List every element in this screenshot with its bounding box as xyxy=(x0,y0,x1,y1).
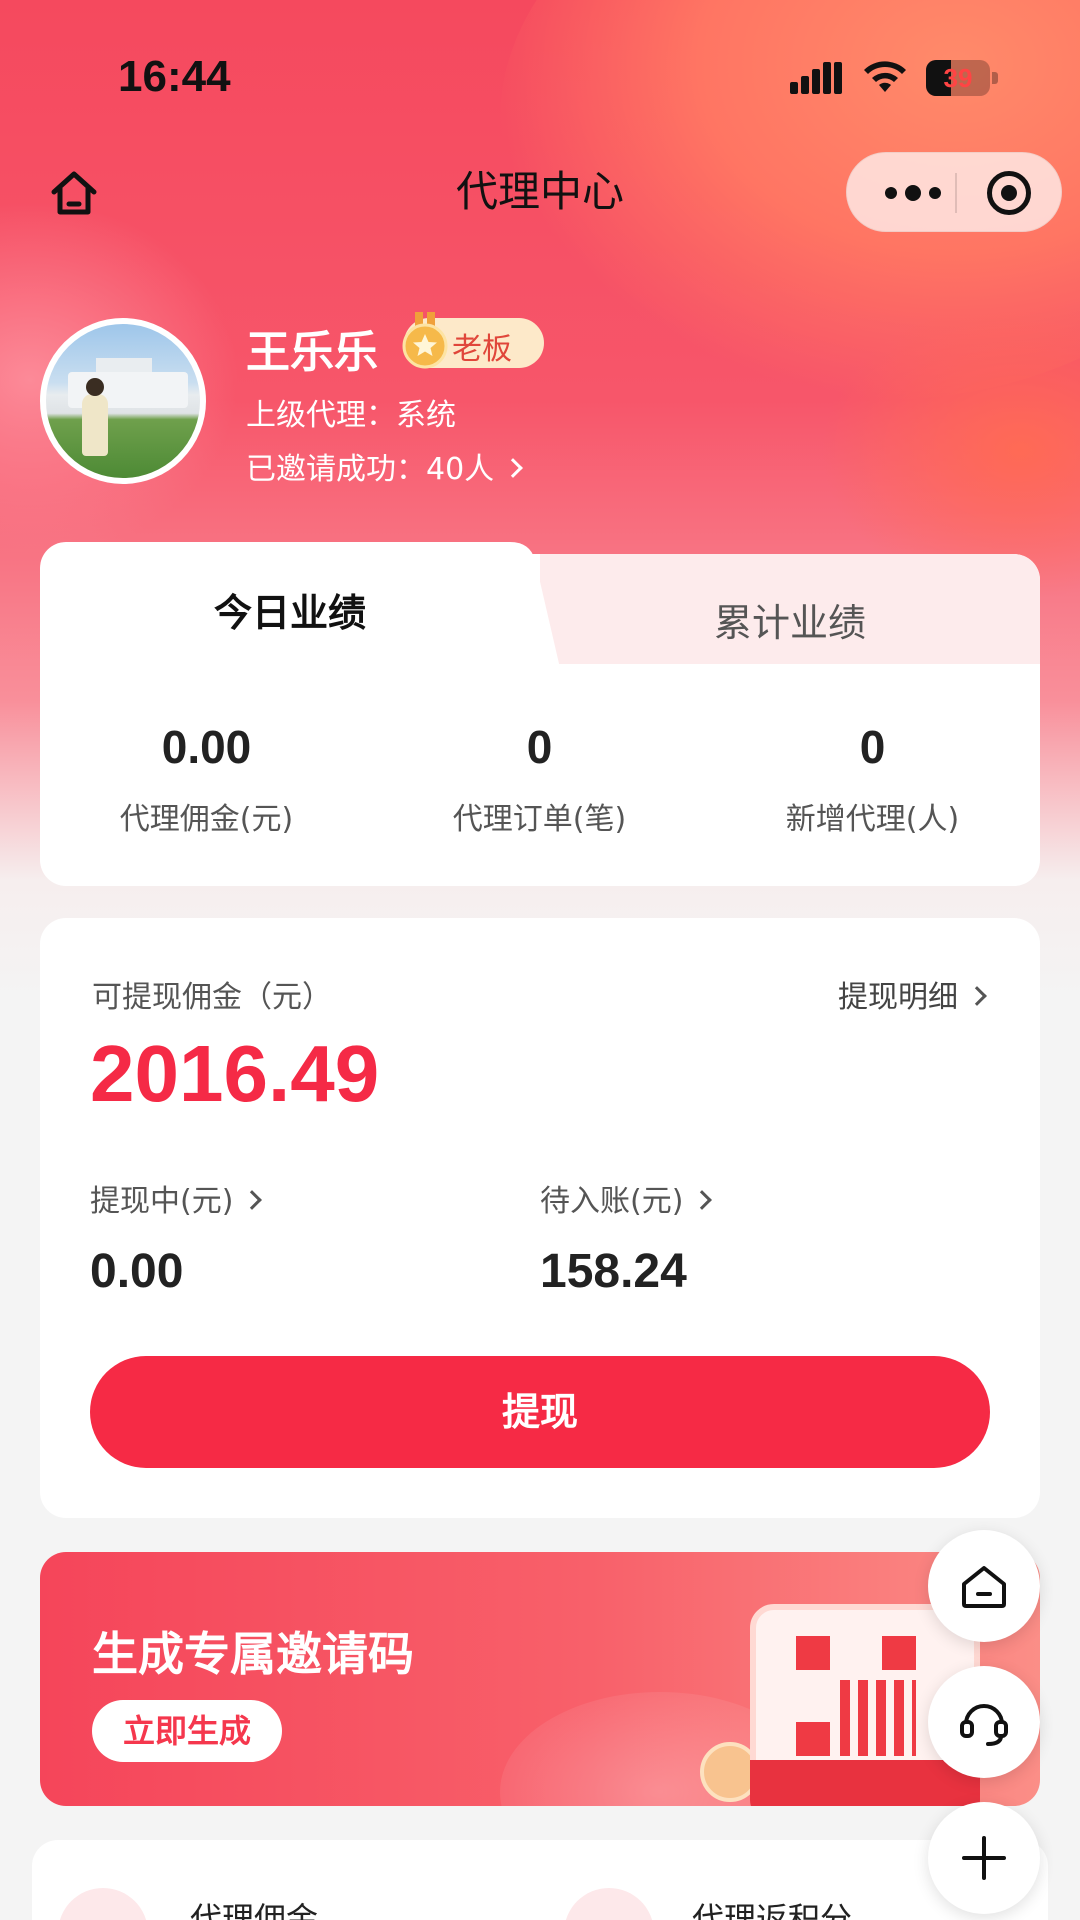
avatar[interactable] xyxy=(40,318,206,484)
chevron-right-icon xyxy=(242,1189,263,1210)
user-name: 王乐乐 xyxy=(246,327,378,378)
menu-item-points[interactable]: 代理返积分 xyxy=(692,1894,852,1920)
stat-new-agents: 0 新增代理(人) xyxy=(706,720,1039,838)
stat-orders: 0 代理订单(笔) xyxy=(373,720,706,838)
float-service-button[interactable] xyxy=(928,1666,1040,1778)
tab-cumulative-label[interactable]: 累计业绩 xyxy=(540,592,1040,647)
points-icon xyxy=(564,1888,654,1920)
headset-icon xyxy=(960,1704,1008,1746)
chevron-right-icon xyxy=(503,457,524,478)
withdrawing-block[interactable]: 提现中(元) 0.00 xyxy=(90,1176,263,1299)
pending-amount: 158.24 xyxy=(540,1245,687,1298)
bottom-menu-card: 代理佣金 代理返积分 xyxy=(32,1840,1048,1920)
battery-percent: 39 xyxy=(943,63,973,93)
commission-card: 可提现佣金（元） 提现明细 2016.49 提现中(元) 0.00 待入账(元)… xyxy=(40,918,1040,1518)
stat-label: 代理佣金(元) xyxy=(119,802,294,837)
superior-agent: 上级代理：系统 xyxy=(246,398,456,433)
float-add-button[interactable] xyxy=(928,1802,1040,1914)
withdrawable-amount: 2016.49 xyxy=(90,1029,380,1118)
status-time: 16:44 xyxy=(118,52,231,101)
level-badge-label: 老板 xyxy=(452,332,512,367)
close-target-icon[interactable] xyxy=(987,171,1031,215)
withdrawing-label: 提现中(元) xyxy=(90,1184,234,1219)
chevron-right-icon xyxy=(967,985,987,1006)
cellular-signal-icon xyxy=(790,62,842,94)
stat-value: 0.00 xyxy=(161,721,252,773)
level-badge: 老板 xyxy=(402,312,544,369)
battery-icon: 39 xyxy=(926,60,998,96)
performance-card: 今日业绩 累计业绩 0.00 代理佣金(元) 0 代理订单(笔) 0 新增代理(… xyxy=(40,542,1040,886)
invited-count: 已邀请成功：40人 xyxy=(246,452,495,487)
stat-value: 0 xyxy=(859,721,886,773)
home-icon[interactable] xyxy=(44,164,104,224)
page-title: 代理中心 xyxy=(455,167,624,216)
stat-value: 0 xyxy=(526,721,553,773)
commission-icon xyxy=(58,1888,148,1920)
tab-today-label[interactable]: 今日业绩 xyxy=(40,582,540,637)
medal-icon xyxy=(402,312,448,369)
status-bar: 16:44 39 xyxy=(0,0,1080,150)
invite-banner-title: 生成专属邀请码 xyxy=(92,1627,414,1681)
menu-item-commission[interactable]: 代理佣金 xyxy=(190,1894,318,1920)
pending-label: 待入账(元) xyxy=(540,1184,684,1219)
withdrawing-amount: 0.00 xyxy=(90,1245,184,1298)
withdrawable-label: 可提现佣金（元） xyxy=(92,980,332,1015)
invited-count-link[interactable]: 已邀请成功：40人 xyxy=(246,444,524,488)
pending-block[interactable]: 待入账(元) 158.24 xyxy=(540,1176,713,1299)
home-outline-icon xyxy=(962,1566,1006,1608)
stat-commission: 0.00 代理佣金(元) xyxy=(40,720,373,838)
invite-code-banner[interactable]: 生成专属邀请码 立即生成 xyxy=(40,1552,1040,1806)
float-home-button[interactable] xyxy=(928,1530,1040,1642)
withdraw-button[interactable]: 提现 xyxy=(90,1356,990,1468)
more-menu-icon[interactable] xyxy=(873,153,953,233)
wifi-icon xyxy=(864,61,906,92)
generate-now-button[interactable]: 立即生成 xyxy=(92,1700,282,1762)
plus-icon xyxy=(962,1836,1006,1880)
chevron-right-icon xyxy=(692,1189,713,1210)
withdraw-detail-label: 提现明细 xyxy=(838,980,958,1015)
stat-label: 新增代理(人) xyxy=(785,802,960,837)
mini-program-capsule xyxy=(846,152,1062,232)
withdraw-detail-link[interactable]: 提现明细 xyxy=(838,972,987,1016)
stat-label: 代理订单(笔) xyxy=(452,802,627,837)
